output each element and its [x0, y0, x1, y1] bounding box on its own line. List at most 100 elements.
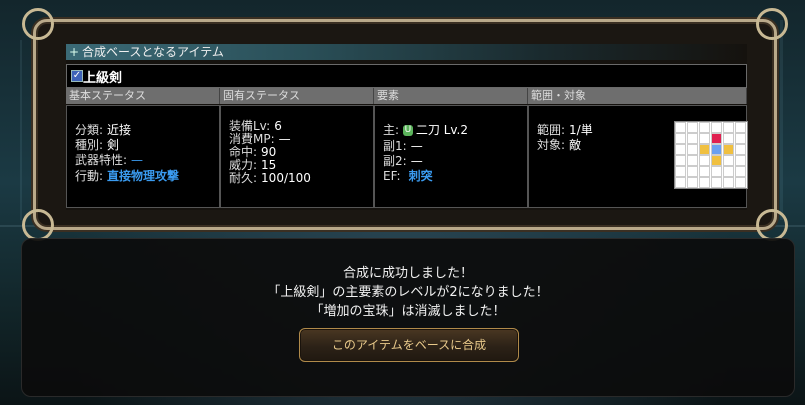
range-cell: [687, 177, 698, 188]
stat-label: 種別:: [75, 138, 104, 152]
element-label: 副2:: [383, 154, 407, 168]
range-cell: [675, 133, 686, 144]
range-cell: [711, 177, 722, 188]
element-value: 二刀 Lv.2: [415, 123, 468, 137]
stat-value: 15: [261, 158, 277, 172]
range-cell: [699, 122, 710, 133]
stat-label: 消費MP:: [229, 132, 275, 146]
checkbox-icon[interactable]: ✓: [71, 70, 83, 82]
range-cell: [675, 166, 686, 177]
element-row: 主: U 二刀 Lv.2: [383, 123, 468, 137]
synthesize-base-button[interactable]: このアイテムをベースに合成: [299, 328, 519, 362]
section-title: 合成ベースとなるアイテム: [82, 45, 224, 59]
element-row: 副2: —: [383, 154, 423, 168]
range-pattern-grid: [674, 121, 748, 189]
stat-row: 装備Lv: 6: [229, 119, 282, 133]
range-label: 対象:: [537, 138, 566, 152]
range-cell: [735, 144, 746, 155]
element-label: EF:: [383, 169, 401, 183]
range-cell: [699, 166, 710, 177]
stat-row: 消費MP: —: [229, 132, 291, 146]
element-row: EF: 刺突: [383, 169, 433, 183]
stat-value: 剣: [107, 138, 120, 152]
range-cell: [735, 166, 746, 177]
stat-label: 行動:: [75, 169, 104, 183]
range-cell: [699, 155, 710, 166]
range-cell: [723, 133, 734, 144]
frame-ornament-icon: [22, 8, 54, 40]
range-cell: [687, 144, 698, 155]
unique-stats-column: 固有ステータス 装備Lv: 6 消費MP: — 命中: 90 威力: 15 耐久: 100…: [220, 88, 374, 208]
element-row: 副1: —: [383, 139, 423, 153]
result-message-panel: 合成に成功しました！ 「上級剣」の主要素のレベルが2になりました！ 「増加の宝珠…: [21, 238, 795, 397]
range-value: 1/単: [569, 123, 593, 137]
range-value: 敵: [569, 138, 582, 152]
stat-value: —: [278, 132, 291, 146]
stat-label: 装備Lv:: [229, 119, 271, 133]
element-label: 主:: [383, 123, 400, 137]
range-cell: [675, 177, 686, 188]
column-header-range: 範囲・対象: [528, 88, 747, 104]
range-cell: [675, 144, 686, 155]
plus-icon: +: [69, 45, 80, 59]
range-cell: [735, 122, 746, 133]
element-value: —: [410, 154, 423, 168]
stat-value: 100/100: [261, 171, 311, 185]
range-cell: [723, 166, 734, 177]
stat-label: 威力:: [229, 158, 258, 172]
range-cell: [723, 177, 734, 188]
range-cell: [711, 122, 722, 133]
range-cell: [735, 177, 746, 188]
stat-row: 分類: 近接: [75, 123, 131, 137]
basic-stats-body: 分類: 近接 種別: 剣 武器特性: — 行動: 直接物理攻撃: [66, 105, 220, 208]
element-badge-icon: U: [402, 125, 413, 136]
section-header: + 合成ベースとなるアイテム: [66, 44, 747, 60]
range-cell: [723, 144, 734, 155]
range-label: 範囲:: [537, 123, 566, 137]
stat-label: 武器特性:: [75, 153, 128, 167]
item-name: 上級剣: [83, 71, 123, 86]
result-message-line: 合成に成功しました！: [342, 266, 473, 281]
element-body: 主: U 二刀 Lv.2 副1: — 副2: — EF: 刺突: [374, 105, 528, 208]
stat-value: 直接物理攻撃: [107, 169, 180, 183]
range-cell: [723, 122, 734, 133]
range-row: 対象: 敵: [537, 138, 581, 152]
column-header-basic: 基本ステータス: [66, 88, 220, 104]
range-cell: [711, 155, 722, 166]
stat-value: 6: [274, 119, 282, 133]
stat-value: 90: [261, 145, 277, 159]
stat-row: 種別: 剣: [75, 138, 119, 152]
background-streak: [20, 40, 22, 220]
element-label: 副1:: [383, 139, 407, 153]
unique-stats-body: 装備Lv: 6 消費MP: — 命中: 90 威力: 15 耐久: 100/100: [220, 105, 374, 208]
range-cell: [711, 166, 722, 177]
column-header-unique: 固有ステータス: [220, 88, 374, 104]
range-column: 範囲・対象 範囲: 1/単 対象: 敵: [528, 88, 748, 208]
background-streak: [780, 20, 783, 220]
range-row: 範囲: 1/単: [537, 123, 593, 137]
element-value: 刺突: [408, 169, 433, 183]
range-cell: [699, 133, 710, 144]
range-cell: [687, 155, 698, 166]
range-cell: [675, 155, 686, 166]
range-cell: [711, 133, 722, 144]
frame-ornament-icon: [756, 8, 788, 40]
stat-value: 近接: [107, 123, 132, 137]
stat-value: —: [131, 153, 144, 167]
range-cell: [699, 177, 710, 188]
stat-row: 威力: 15: [229, 158, 276, 172]
range-cell: [723, 155, 734, 166]
range-cell: [735, 155, 746, 166]
range-cell: [687, 133, 698, 144]
result-message-line: 「上級剣」の主要素のレベルが2になりました！: [267, 285, 549, 300]
stats-grid: 基本ステータス 分類: 近接 種別: 剣 武器特性: — 行動: 直接物理攻撃 固有ステ…: [66, 88, 748, 208]
stat-label: 命中:: [229, 145, 258, 159]
stat-row: 命中: 90: [229, 145, 276, 159]
range-body: 範囲: 1/単 対象: 敵: [528, 105, 748, 208]
stat-row: 行動: 直接物理攻撃: [75, 169, 179, 183]
result-message-line: 「増加の宝珠」は消滅しました！: [310, 304, 506, 319]
range-cell: [687, 166, 698, 177]
element-column: 要素 主: U 二刀 Lv.2 副1: — 副2: — EF: 刺突: [374, 88, 528, 208]
frame-ornament-icon: [756, 209, 788, 241]
frame-ornament-icon: [22, 209, 54, 241]
